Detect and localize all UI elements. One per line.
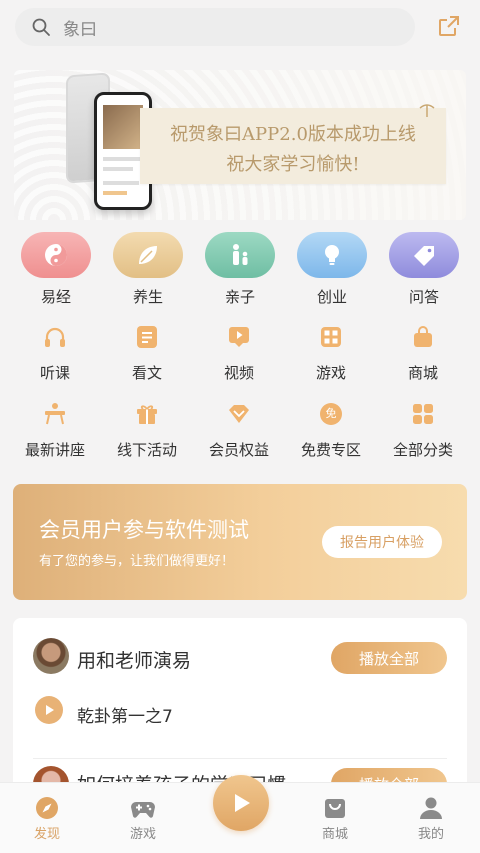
play-icon — [46, 705, 54, 715]
grid-item-offline[interactable]: 线下活动 — [101, 401, 193, 460]
member-test-banner[interactable]: 会员用户参与软件测试 有了您的参与，让我们做得更好！ 报告用户体验 — [13, 484, 467, 600]
category-qa[interactable]: 问答 — [389, 232, 459, 307]
category-label: 亲子 — [224, 288, 255, 306]
phone-screen-line — [103, 157, 143, 161]
share-icon[interactable] — [437, 14, 461, 38]
bottom-nav: 发现 游戏 商城 我的 — [0, 775, 480, 853]
promo-subtitle: 有了您的参与，让我们做得更好！ — [39, 554, 235, 569]
banner-headline: 祝贺象曰APP2.0版本成功上线 — [170, 124, 416, 145]
play-all-button[interactable]: 播放全部 — [331, 642, 447, 674]
center-play-button[interactable] — [213, 775, 269, 831]
grid-label: 全部分类 — [392, 441, 453, 459]
category-pill — [21, 232, 91, 278]
avatar — [33, 638, 69, 674]
grid-item-lecture[interactable]: 最新讲座 — [9, 401, 101, 460]
all-categories-icon — [410, 401, 436, 427]
search-bar[interactable]: 象曰 — [15, 8, 415, 46]
grid-item-all[interactable]: 全部分类 — [377, 401, 469, 460]
search-placeholder: 象曰 — [63, 19, 97, 40]
grid-item-free[interactable]: 免 免费专区 — [285, 401, 377, 460]
free-badge-text: 免 — [325, 407, 337, 420]
nav-label: 发现 — [33, 827, 60, 842]
grid-item-listen[interactable]: 听课 — [9, 324, 101, 383]
gamepad-icon — [130, 795, 156, 821]
grid-label: 视频 — [223, 364, 254, 382]
grid-label: 商城 — [407, 364, 438, 382]
promo-title: 会员用户参与软件测试 — [39, 518, 249, 542]
category-label: 创业 — [316, 288, 347, 306]
category-startup[interactable]: 创业 — [297, 232, 367, 307]
track-title[interactable]: 乾卦第一之7 — [77, 702, 173, 727]
grid-item-shop[interactable]: 商城 — [377, 324, 469, 383]
free-badge-icon: 免 — [318, 401, 344, 427]
category-pill — [389, 232, 459, 278]
category-label: 养生 — [132, 288, 163, 306]
phone-screen-image — [103, 105, 143, 149]
phone-screen-line — [103, 167, 133, 171]
lecture-icon — [42, 401, 68, 427]
yin-yang-icon — [45, 244, 67, 266]
nav-discover[interactable]: 发现 — [7, 795, 87, 842]
shopping-bag-icon — [410, 324, 436, 350]
parent-child-icon — [233, 244, 248, 265]
nav-label: 我的 — [417, 827, 444, 842]
grid-item-video[interactable]: 视频 — [193, 324, 285, 383]
nav-games[interactable]: 游戏 — [103, 795, 183, 842]
headphones-icon — [42, 324, 68, 350]
search-icon — [32, 18, 50, 36]
category-label: 问答 — [408, 288, 439, 306]
nav-label: 商城 — [321, 827, 348, 842]
track-play-button[interactable] — [35, 696, 63, 724]
category-health[interactable]: 养生 — [113, 232, 183, 307]
banner-subline: 祝大家学习愉快! — [226, 154, 360, 175]
category-parenting[interactable]: 亲子 — [205, 232, 275, 307]
user-icon — [418, 795, 444, 821]
grid-label: 会员权益 — [208, 441, 269, 459]
lightbulb-icon — [325, 245, 339, 265]
category-pill — [205, 232, 275, 278]
store-icon — [322, 795, 348, 821]
category-pill — [297, 232, 367, 278]
diamond-icon — [226, 401, 252, 427]
grid-item-member[interactable]: 会员权益 — [193, 401, 285, 460]
grid-item-read[interactable]: 看文 — [101, 324, 193, 383]
top-bar: 象曰 — [0, 0, 480, 56]
promo-banner[interactable]: 祝贺象曰APP2.0版本成功上线 祝大家学习愉快! — [14, 70, 466, 220]
grid-label: 游戏 — [315, 364, 346, 382]
play-icon — [235, 794, 250, 812]
tassel-icon — [419, 104, 435, 117]
category-yijing[interactable]: 易经 — [21, 232, 91, 307]
nav-label: 游戏 — [129, 827, 156, 842]
divider — [33, 758, 447, 759]
grid-item-games[interactable]: 游戏 — [285, 324, 377, 383]
gift-icon — [134, 401, 160, 427]
phone-screen-line — [103, 181, 139, 185]
nav-store[interactable]: 商城 — [295, 795, 375, 842]
tag-icon — [414, 246, 434, 266]
grid-label: 免费专区 — [300, 441, 361, 459]
grid-label: 线下活动 — [116, 441, 177, 459]
phone-screen-line — [103, 191, 127, 195]
leaf-icon — [139, 246, 157, 264]
category-label: 易经 — [40, 288, 71, 306]
banner-scroll: 祝贺象曰APP2.0版本成功上线 祝大家学习愉快! — [140, 108, 446, 184]
document-icon — [134, 324, 160, 350]
game-grid-icon — [318, 324, 344, 350]
grid-label: 最新讲座 — [24, 441, 85, 459]
report-experience-button[interactable]: 报告用户体验 — [322, 526, 442, 558]
nav-profile[interactable]: 我的 — [391, 795, 471, 842]
playlist-title[interactable]: 用和老师演易 — [77, 646, 191, 673]
grid-label: 听课 — [39, 364, 70, 382]
grid-label: 看文 — [131, 364, 162, 382]
video-icon — [226, 324, 252, 350]
category-pill — [113, 232, 183, 278]
compass-icon — [34, 795, 60, 821]
